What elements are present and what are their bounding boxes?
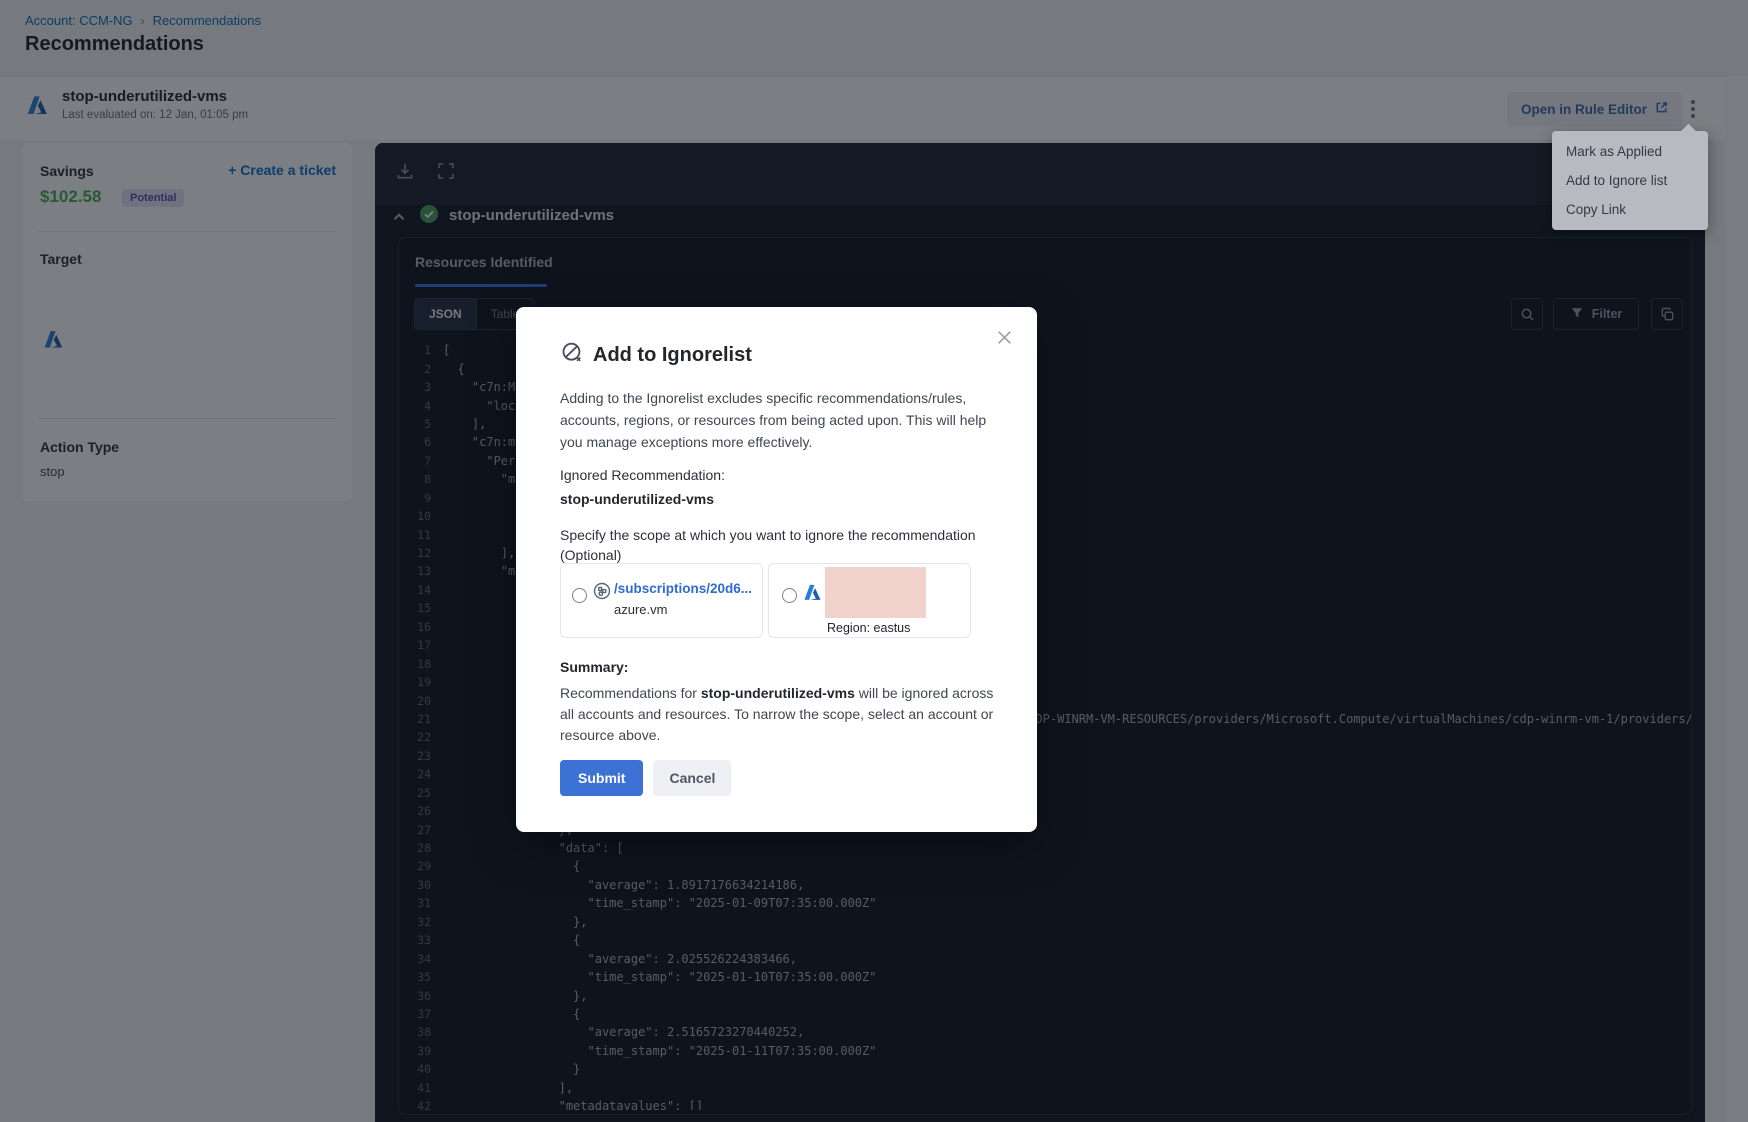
ignored-recommendation-label: Ignored Recommendation: — [560, 467, 725, 483]
resource-radio[interactable] — [782, 588, 797, 603]
close-icon[interactable] — [992, 325, 1017, 353]
subscription-resource-type: azure.vm — [614, 602, 667, 617]
ignored-recommendation-value: stop-underutilized-vms — [560, 491, 714, 507]
modal-description: Adding to the Ignorelist excludes specif… — [560, 387, 996, 453]
scope-option-resource[interactable]: Region: eastus — [768, 563, 971, 638]
azure-icon — [802, 582, 824, 609]
redacted-resource-name — [825, 567, 926, 618]
summary-text: Recommendations for stop-underutilized-v… — [560, 683, 1000, 746]
ignore-icon — [560, 341, 584, 370]
summary-label: Summary: — [560, 659, 628, 675]
menu-item-mark-as-applied[interactable]: Mark as Applied — [1552, 137, 1708, 166]
cancel-button[interactable]: Cancel — [653, 760, 731, 796]
resource-region: Region: eastus — [827, 621, 910, 635]
submit-button[interactable]: Submit — [560, 760, 643, 796]
scope-label: Specify the scope at which you want to i… — [560, 525, 992, 566]
menu-item-copy-link[interactable]: Copy Link — [1552, 195, 1708, 224]
subscription-link[interactable]: /subscriptions/20d6... — [614, 581, 752, 596]
modal-title: Add to Ignorelist — [593, 344, 752, 367]
app: Account: CCM-NG › Recommendations Recomm… — [0, 0, 1748, 1122]
subscription-icon — [592, 581, 612, 606]
kebab-dropdown-menu: Mark as Applied Add to Ignore list Copy … — [1552, 131, 1708, 230]
account-radio[interactable] — [572, 588, 587, 603]
scope-option-account[interactable]: /subscriptions/20d6... azure.vm — [560, 563, 763, 638]
menu-item-add-to-ignore-list[interactable]: Add to Ignore list — [1552, 166, 1708, 195]
add-to-ignorelist-modal: Add to Ignorelist Adding to the Ignoreli… — [516, 307, 1037, 832]
